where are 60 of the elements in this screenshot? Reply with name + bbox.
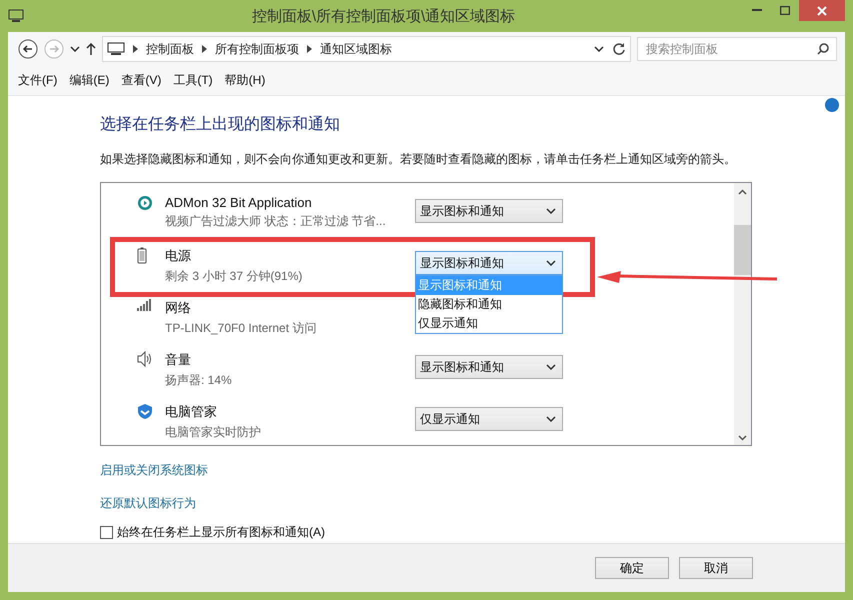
- close-icon: [817, 6, 827, 16]
- scroll-thumb[interactable]: [734, 225, 751, 275]
- menu-item[interactable]: 编辑(E): [65, 70, 114, 91]
- item-detail: 视频广告过滤大师 状态：正常过滤 节省...: [165, 213, 387, 230]
- search-field[interactable]: 搜索控制面板: [637, 37, 837, 61]
- menu-item[interactable]: 查看(V): [117, 70, 166, 91]
- description-text: 如果选择隐藏图标和通知，则不会向你通知更改和更新。若要随时查看隐藏的图标，请单击任务栏上通知区域旁的箭头。: [100, 151, 737, 168]
- item-name: 音量: [165, 351, 192, 369]
- item-name: ADMon 32 Bit Application: [165, 195, 313, 210]
- behavior-dropdown[interactable]: 显示图标和通知: [415, 251, 563, 275]
- search-icon[interactable]: [817, 43, 829, 55]
- computer-icon: [8, 9, 24, 23]
- chevron-down-icon: [546, 416, 556, 422]
- menu-item[interactable]: 工具(T): [169, 70, 217, 91]
- item-detail: 扬声器: 14%: [165, 372, 233, 389]
- behavior-dropdown[interactable]: 显示图标和通知: [415, 355, 563, 379]
- breadcrumb-arrow-icon: [133, 45, 138, 53]
- history-caret-icon: [70, 46, 80, 52]
- breadcrumb[interactable]: 通知区域图标: [320, 40, 392, 58]
- address-bar[interactable]: 控制面板 所有控制面板项 通知区域图标: [102, 36, 631, 62]
- refresh-icon[interactable]: [612, 42, 626, 56]
- chevron-down-icon: [546, 260, 556, 266]
- checkbox-label: 始终在任务栏上显示所有图标和通知(A): [117, 524, 325, 541]
- back-icon[interactable]: [18, 39, 38, 59]
- behavior-dropdown[interactable]: 仅显示通知: [415, 407, 563, 431]
- dialog-button[interactable]: 取消: [679, 557, 753, 579]
- speaker-icon: [137, 351, 151, 367]
- maximize-icon[interactable]: [780, 6, 790, 14]
- behavior-dropdown[interactable]: 显示图标和通知: [415, 199, 563, 223]
- computer-icon: [107, 42, 125, 56]
- link[interactable]: 启用或关闭系统图标: [100, 462, 208, 479]
- breadcrumb-arrow-icon: [202, 45, 207, 53]
- checkbox[interactable]: [100, 526, 113, 539]
- page-heading: 选择在任务栏上出现的图标和通知: [100, 114, 341, 135]
- chevron-down-icon: [546, 364, 556, 370]
- item-detail: TP-LINK_70F0 Internet 访问: [165, 320, 318, 337]
- signal-bars-icon: [137, 299, 153, 311]
- breadcrumb[interactable]: 控制面板: [146, 40, 194, 58]
- close-button[interactable]: [799, 0, 845, 21]
- item-name: 电脑管家: [165, 403, 218, 421]
- play-circle-icon: [137, 195, 153, 211]
- link[interactable]: 还原默认图标行为: [100, 495, 196, 512]
- scroll-up-icon[interactable]: [738, 189, 747, 195]
- up-arrow-icon[interactable]: [86, 43, 96, 55]
- dialog-button[interactable]: 确定: [595, 557, 669, 579]
- breadcrumb-arrow-icon: [307, 45, 312, 53]
- item-detail: 剩余 3 小时 37 分钟(91%): [165, 268, 304, 285]
- item-name: 电源: [165, 247, 192, 265]
- item-name: 网络: [165, 299, 192, 317]
- breadcrumb[interactable]: 所有控制面板项: [215, 40, 299, 58]
- item-detail: 电脑管家实时防护: [165, 424, 262, 441]
- scrollbar[interactable]: [734, 183, 751, 445]
- scroll-down-icon[interactable]: [738, 435, 747, 441]
- window-title: 控制面板\所有控制面板项\通知区域图标: [250, 6, 516, 26]
- address-dropdown-icon: [594, 46, 604, 52]
- shield-icon: [137, 403, 153, 420]
- chevron-down-icon: [546, 208, 556, 214]
- battery-icon: [137, 247, 147, 264]
- menu-item[interactable]: 文件(F): [14, 70, 62, 91]
- menu-item[interactable]: 帮助(H): [220, 70, 270, 91]
